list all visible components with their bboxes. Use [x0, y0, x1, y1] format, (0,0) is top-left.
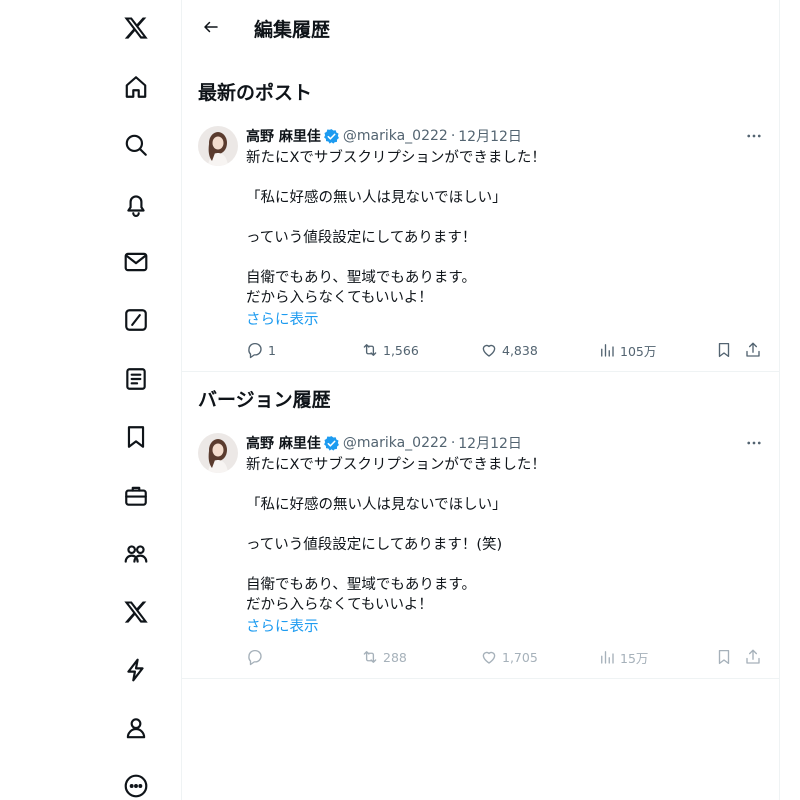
tweet-line: だから入らなくてもいいよ！	[246, 290, 433, 306]
tweet-line: っていう値段設定にしてあります！(笑)	[246, 537, 503, 553]
search-icon[interactable]	[112, 121, 160, 169]
tweet-header: 高野 麻里佳 @marika_0222 · 12月12日	[246, 126, 522, 146]
ellipsis-icon	[747, 441, 761, 445]
tweet-line-blank	[246, 248, 756, 268]
repost-count: 288	[383, 649, 407, 665]
profile-icon[interactable]	[112, 704, 160, 752]
views-icon	[601, 344, 614, 357]
bookmark-icon	[718, 649, 730, 665]
reply-button[interactable]	[246, 647, 268, 667]
communities-icon[interactable]	[112, 530, 160, 578]
tweet-line: っていう値段設定にしてあります！	[246, 230, 477, 246]
like-button[interactable]: 1,705	[480, 647, 538, 667]
heart-icon	[482, 651, 496, 664]
like-count: 1,705	[502, 649, 538, 665]
reply-icon	[248, 342, 262, 359]
view-count: 105万	[620, 343, 657, 359]
verified-orgs-icon[interactable]	[112, 646, 160, 694]
arrow-left-icon	[204, 21, 218, 33]
mail-icon[interactable]	[112, 238, 160, 286]
premium-icon[interactable]	[112, 588, 160, 636]
tweet-line-blank	[246, 475, 756, 495]
bookmark-button[interactable]	[715, 647, 737, 667]
share-icon	[746, 649, 760, 664]
lists-icon[interactable]	[112, 355, 160, 403]
tweet-line: 自衛でもあり、聖域でもあります。	[246, 577, 476, 593]
page-header: 編集履歴	[182, 0, 780, 56]
views-icon	[601, 651, 614, 664]
verified-badge-icon[interactable]	[323, 128, 340, 145]
heart-icon	[482, 344, 496, 357]
separator-dot: ·	[450, 128, 456, 144]
views-button[interactable]: 105万	[598, 340, 656, 360]
tweet-text: 新たにXでサブスクリプションができました！ 「私に好感の無い人は見ないでほしい」…	[246, 455, 756, 615]
bookmark-icon	[718, 342, 730, 358]
like-count: 4,838	[502, 342, 538, 358]
tweet-line: 新たにXでサブスクリプションができました！	[246, 150, 546, 166]
author-name[interactable]: 高野 麻里佳	[246, 126, 321, 146]
repost-count: 1,566	[383, 342, 419, 358]
tweet-text: 新たにXでサブスクリプションができました！ 「私に好感の無い人は見ないでほしい」…	[246, 148, 756, 308]
tweet-line-blank	[246, 555, 756, 575]
history-tweet[interactable]: 高野 麻里佳 @marika_0222 · 12月12日 新たにXでサブスクリプ…	[182, 433, 780, 679]
show-more-link[interactable]: さらに表示	[246, 308, 319, 329]
view-count: 15万	[620, 650, 649, 666]
bell-icon[interactable]	[112, 180, 160, 228]
history-section-title: バージョン履歴	[198, 389, 331, 411]
views-button[interactable]: 15万	[598, 647, 648, 667]
reply-icon	[248, 649, 262, 666]
reply-count: 1	[268, 342, 276, 358]
tweet-header: 高野 麻里佳 @marika_0222 · 12月12日	[246, 433, 522, 453]
tweet-line-blank	[246, 168, 756, 188]
author-handle[interactable]: @marika_0222	[343, 435, 448, 451]
home-icon[interactable]	[112, 63, 160, 111]
tweet-line: 「私に好感の無い人は見ないでほしい」	[246, 497, 507, 513]
latest-tweet[interactable]: 高野 麻里佳 @marika_0222 · 12月12日 新たにXでサブスクリプ…	[182, 126, 780, 372]
more-icon[interactable]	[112, 762, 160, 800]
tweet-line: だから入らなくてもいいよ！	[246, 597, 433, 613]
tweet-date[interactable]: 12月12日	[458, 126, 522, 146]
repost-button[interactable]: 1,566	[361, 340, 419, 360]
avatar[interactable]	[198, 126, 238, 166]
tweet-line: 新たにXでサブスクリプションができました！	[246, 457, 546, 473]
more-options-button[interactable]	[742, 124, 766, 148]
sidebar-nav	[0, 0, 182, 800]
tweet-date[interactable]: 12月12日	[458, 433, 522, 453]
back-button[interactable]	[194, 10, 228, 44]
separator-dot: ·	[450, 435, 456, 451]
repost-icon	[363, 651, 377, 663]
tweet-line: 「私に好感の無い人は見ないでほしい」	[246, 190, 507, 206]
latest-section-title: 最新のポスト	[198, 82, 313, 104]
share-button[interactable]	[744, 647, 766, 667]
tweet-line-blank	[246, 515, 756, 535]
x-logo-icon[interactable]	[112, 4, 160, 52]
more-options-button[interactable]	[742, 431, 766, 455]
bookmark-button[interactable]	[715, 340, 737, 360]
author-name[interactable]: 高野 麻里佳	[246, 433, 321, 453]
avatar[interactable]	[198, 433, 238, 473]
ellipsis-icon	[747, 134, 761, 138]
repost-icon	[363, 344, 377, 356]
share-icon	[746, 342, 760, 357]
page-title: 編集履歴	[254, 19, 331, 41]
repost-button[interactable]: 288	[361, 647, 407, 667]
tweet-actions: 1 1,566 4,838 105万	[246, 340, 766, 360]
like-button[interactable]: 4,838	[480, 340, 538, 360]
verified-badge-icon[interactable]	[323, 435, 340, 452]
tweet-actions: 288 1,705 15万	[246, 647, 766, 667]
author-handle[interactable]: @marika_0222	[343, 128, 448, 144]
tweet-line-blank	[246, 208, 756, 228]
tweet-line: 自衛でもあり、聖域でもあります。	[246, 270, 476, 286]
share-button[interactable]	[744, 340, 766, 360]
jobs-icon[interactable]	[112, 472, 160, 520]
grok-icon[interactable]	[112, 296, 160, 344]
show-more-link[interactable]: さらに表示	[246, 615, 319, 636]
reply-button[interactable]: 1	[246, 340, 276, 360]
bookmark-icon[interactable]	[112, 413, 160, 461]
main-column: 編集履歴 最新のポスト 高野 麻里佳 @marika_0222 · 12月12日	[182, 0, 780, 800]
